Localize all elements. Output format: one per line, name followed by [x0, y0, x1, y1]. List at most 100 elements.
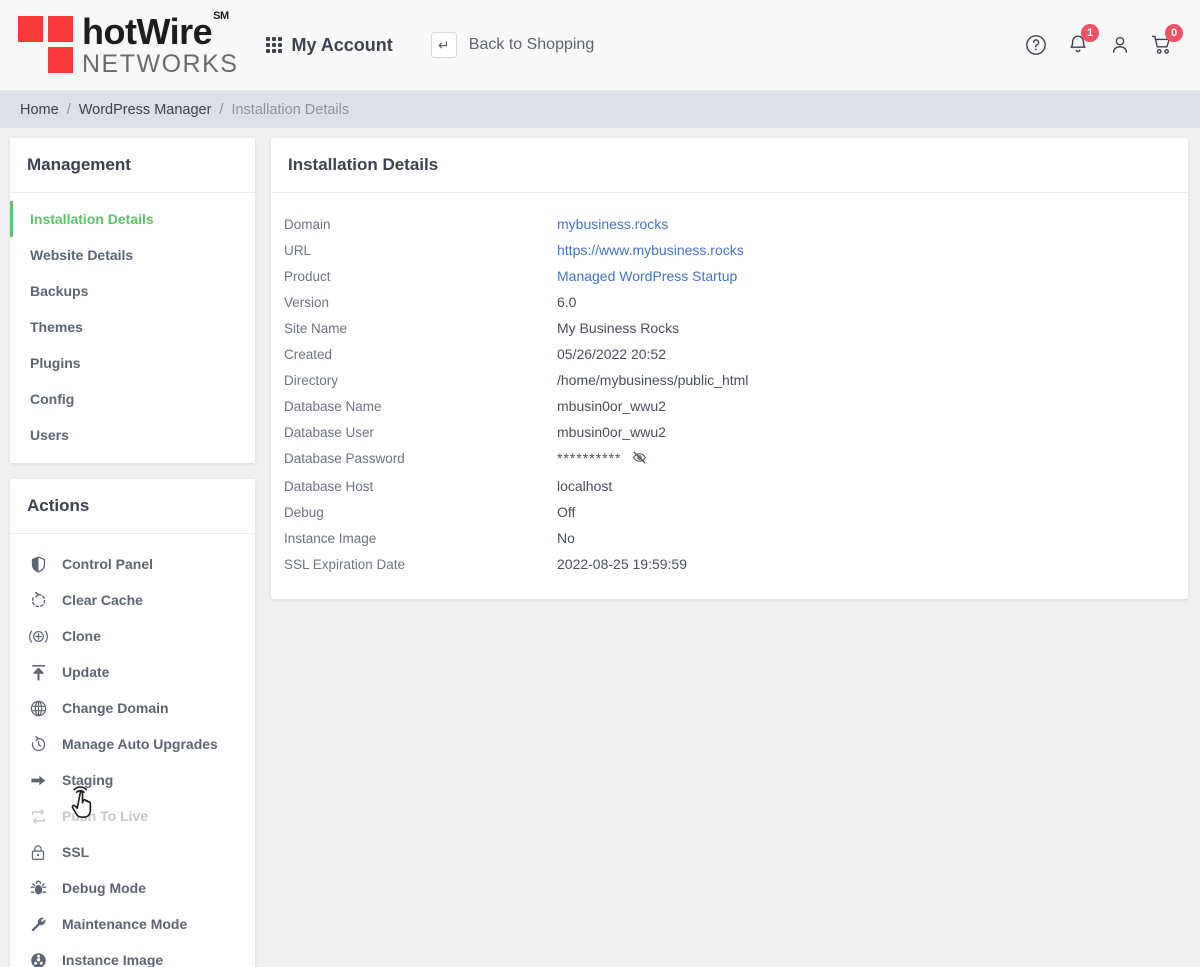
detail-row-database-host: Database Host localhost [271, 473, 1188, 499]
detail-value-ssl-expiration-date: 2022-08-25 19:59:59 [557, 556, 687, 572]
detail-row-product: Product Managed WordPress Startup [271, 263, 1188, 289]
action-update[interactable]: Update [10, 654, 255, 690]
detail-value-database-name: mbusin0or_wwu2 [557, 398, 666, 414]
arrow-right-icon [27, 769, 49, 791]
detail-label: Debug [284, 505, 324, 520]
breadcrumb-item-installation-details: Installation Details [231, 101, 350, 118]
action-change-domain[interactable]: Change Domain [10, 690, 255, 726]
action-instance-image[interactable]: Instance Image [10, 942, 255, 967]
action-ssl[interactable]: SSL [10, 834, 255, 870]
my-account-button[interactable]: My Account [266, 34, 393, 56]
detail-row-debug: Debug Off [271, 499, 1188, 525]
detail-value-database-password: ********** [557, 450, 622, 466]
shopping-cart-icon[interactable]: 0 [1150, 24, 1183, 57]
installation-details-header: Installation Details [271, 138, 1188, 193]
detail-value-product[interactable]: Managed WordPress Startup [557, 268, 737, 284]
action-debug-mode[interactable]: Debug Mode [10, 870, 255, 906]
actions-title: Actions [27, 496, 90, 515]
detail-value-url[interactable]: https://www.mybusiness.rocks [557, 242, 744, 258]
history-clock-icon [27, 733, 49, 755]
detail-value-site-name: My Business Rocks [557, 320, 680, 336]
sidebar-item-label: Users [30, 427, 69, 443]
installation-details-card: Installation Details Domain mybusiness.r… [271, 138, 1188, 599]
breadcrumb-item-home[interactable]: Home [20, 102, 59, 118]
action-label: Staging [62, 772, 114, 788]
sidebar-item-installation-details[interactable]: Installation Details [10, 201, 255, 237]
detail-value-database-user: mbusin0or_wwu2 [557, 424, 666, 440]
sidebar-item-users[interactable]: Users [10, 417, 255, 453]
action-manage-auto-upgrades[interactable]: Manage Auto Upgrades [10, 726, 255, 762]
detail-value-database-host: localhost [557, 478, 613, 494]
app-header: hotWireSM NETWORKS My Account ↵ Back to … [0, 0, 1200, 90]
detail-row-domain: Domain mybusiness.rocks [271, 211, 1188, 237]
detail-label: Database User [284, 425, 375, 440]
breadcrumb: Home / WordPress Manager / Installation … [0, 90, 1200, 128]
action-label: Update [62, 664, 110, 680]
sidebar-item-config[interactable]: Config [10, 381, 255, 417]
action-push-to-live: Push To Live [10, 798, 255, 834]
breadcrumb-separator: / [66, 101, 71, 118]
back-to-shopping-label: Back to Shopping [468, 36, 595, 53]
detail-row-database-password: Database Password ********** [271, 445, 1188, 473]
management-title: Management [27, 155, 131, 174]
detail-value-version: 6.0 [557, 294, 577, 310]
action-label: SSL [62, 844, 90, 860]
action-label: Clear Cache [62, 592, 143, 608]
sidebar-item-website-details[interactable]: Website Details [10, 237, 255, 273]
breadcrumb-item-wordpress-manager[interactable]: WordPress Manager [79, 102, 212, 118]
detail-label: Domain [284, 217, 331, 232]
action-control-panel[interactable]: Control Panel [10, 546, 255, 582]
actions-card-header: Actions [10, 479, 255, 534]
detail-label: Database Password [284, 451, 405, 466]
action-maintenance-mode[interactable]: Maintenance Mode [10, 906, 255, 942]
user-icon[interactable] [1108, 33, 1132, 57]
sidebar-item-backups[interactable]: Backups [10, 273, 255, 309]
action-clone[interactable]: Clone [10, 618, 255, 654]
action-label: Debug Mode [62, 880, 146, 896]
globe-icon [27, 697, 49, 719]
sidebar-item-themes[interactable]: Themes [10, 309, 255, 345]
detail-row-ssl-expiration-date: SSL Expiration Date 2022-08-25 19:59:59 [271, 551, 1188, 577]
detail-label: Instance Image [284, 531, 377, 546]
action-staging[interactable]: Staging [10, 762, 255, 798]
sidebar-item-label: Plugins [30, 355, 81, 371]
detail-label: Version [284, 295, 330, 310]
action-label: Change Domain [62, 700, 169, 716]
installation-details-list: Domain mybusiness.rocks URL https://www.… [271, 193, 1188, 599]
action-clear-cache[interactable]: Clear Cache [10, 582, 255, 618]
detail-label: SSL Expiration Date [284, 557, 406, 572]
action-label: Manage Auto Upgrades [62, 736, 218, 752]
actions-list: Control Panel Clear Cache Clone Update C… [10, 534, 255, 967]
detail-row-site-name: Site Name My Business Rocks [271, 315, 1188, 341]
logo-name-bottom: NETWORKS [82, 49, 239, 78]
page-title: Installation Details [288, 155, 439, 174]
detail-value-domain[interactable]: mybusiness.rocks [557, 216, 668, 232]
refresh-dashed-icon [27, 589, 49, 611]
clone-plus-icon [27, 625, 49, 647]
bell-icon[interactable]: 1 [1066, 24, 1099, 57]
detail-label: Database Name [284, 399, 382, 414]
my-account-label: My Account [291, 34, 393, 55]
header-icon-group: 1 0 [1024, 24, 1183, 57]
help-circle-icon[interactable] [1024, 33, 1048, 57]
detail-row-created: Created 05/26/2022 20:52 [271, 341, 1188, 367]
sidebar: Management Installation Details Website … [10, 138, 255, 967]
cart-badge: 0 [1165, 24, 1183, 42]
brand-logo[interactable]: hotWireSM NETWORKS [18, 10, 239, 78]
breadcrumb-separator: / [219, 101, 224, 118]
grid-apps-icon [266, 37, 283, 53]
detail-row-directory: Directory /home/mybusiness/public_html [271, 367, 1188, 393]
upload-arrow-icon [27, 661, 49, 683]
sidebar-item-plugins[interactable]: Plugins [10, 345, 255, 381]
eye-off-icon[interactable] [632, 450, 647, 468]
sidebar-item-label: Config [30, 391, 75, 407]
back-to-shopping-button[interactable]: ↵ Back to Shopping [430, 32, 595, 58]
lock-icon [27, 841, 49, 863]
logo-name-top: hotWire [82, 10, 213, 52]
action-label: Control Panel [62, 556, 154, 572]
logo-squares-icon [18, 16, 74, 74]
detail-value-created: 05/26/2022 20:52 [557, 346, 666, 362]
sidebar-item-label: Installation Details [30, 211, 154, 227]
detail-label: Database Host [284, 479, 374, 494]
detail-label: URL [284, 243, 312, 258]
